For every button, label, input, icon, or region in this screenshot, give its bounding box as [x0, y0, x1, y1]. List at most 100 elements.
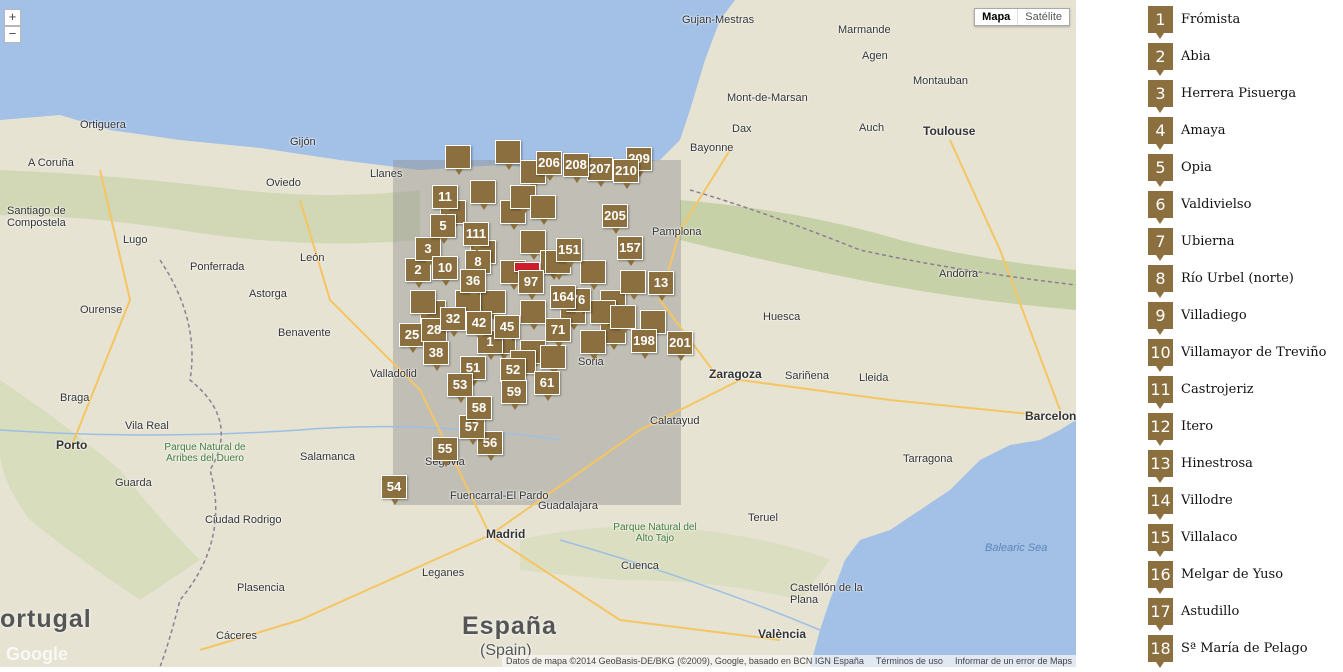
map-marker-cluster[interactable] — [620, 270, 646, 300]
list-item[interactable]: 3 Herrera Pisuerga — [1148, 80, 1296, 117]
map-marker[interactable]: 201 — [667, 331, 693, 361]
city-agen: Agen — [862, 50, 888, 62]
list-item-name[interactable]: Frómista — [1181, 6, 1240, 34]
country-label-portugal: ortugal — [0, 605, 92, 633]
map-marker[interactable]: 52 — [500, 358, 526, 388]
list-item-name[interactable]: Amaya — [1181, 117, 1226, 145]
list-item-name[interactable]: Melgar de Yuso — [1181, 561, 1283, 589]
map-marker[interactable]: 208 — [563, 153, 589, 183]
map-marker[interactable]: 151 — [556, 238, 582, 268]
list-item-name[interactable]: Abia — [1181, 43, 1211, 71]
city-braga: Braga — [60, 392, 90, 404]
zoom-out-button[interactable]: − — [4, 26, 21, 43]
list-item[interactable]: 15 Villalaco — [1148, 524, 1237, 561]
map-marker[interactable]: 45 — [494, 315, 520, 345]
list-item-name[interactable]: Villadiego — [1181, 302, 1247, 330]
list-item-name[interactable]: Sª María de Pelago — [1181, 635, 1308, 663]
city-bayonne: Bayonne — [690, 142, 734, 154]
map-marker[interactable]: 164 — [550, 285, 576, 315]
map-marker[interactable]: 59 — [501, 380, 527, 410]
list-item[interactable]: 9 Villadiego — [1148, 302, 1247, 339]
map-marker-cluster[interactable] — [530, 195, 556, 225]
map-marker[interactable]: 55 — [432, 437, 458, 467]
map-marker[interactable]: 198 — [631, 329, 657, 359]
city-mont-de-marsan: Mont-de-Marsan — [727, 92, 808, 104]
list-item[interactable]: 17 Astudillo — [1148, 598, 1239, 635]
map-marker[interactable]: 38 — [423, 341, 449, 371]
list-item-name[interactable]: Río Urbel (norte) — [1181, 265, 1294, 293]
list-item-name[interactable]: Astudillo — [1181, 598, 1239, 626]
city-ponferrada: Ponferrada — [190, 261, 245, 273]
map-marker[interactable]: 71 — [545, 318, 571, 348]
list-item-name[interactable]: Itero — [1181, 413, 1213, 441]
city-sarinena: Sariñena — [785, 370, 830, 382]
list-item[interactable]: 11 Castrojeriz — [1148, 376, 1254, 413]
list-item-name[interactable]: Hinestrosa — [1181, 450, 1253, 478]
map-marker-cluster[interactable] — [540, 345, 566, 375]
map-marker[interactable]: 53 — [447, 373, 473, 403]
list-item-name[interactable]: Villodre — [1181, 487, 1233, 515]
city-leon: León — [300, 252, 325, 264]
list-item-name[interactable]: Villamayor de Treviño — [1181, 339, 1326, 367]
map-marker[interactable]: 207 — [587, 157, 613, 187]
map-marker[interactable]: 5 — [430, 214, 456, 244]
map-marker-cluster[interactable] — [445, 145, 471, 175]
list-item-name[interactable]: Valdivielso — [1181, 191, 1251, 219]
list-item-number: 16 — [1148, 561, 1173, 594]
list-item[interactable]: 6 Valdivielso — [1148, 191, 1251, 228]
list-item[interactable]: 5 Opia — [1148, 154, 1212, 191]
list-item[interactable]: 7 Ubierna — [1148, 228, 1234, 265]
report-error-link[interactable]: Informar de un error de Maps — [955, 656, 1072, 666]
map-type-satellite-button[interactable]: Satélite — [1018, 9, 1069, 25]
city-cuenca: Cuenca — [621, 560, 659, 572]
map-marker[interactable]: 205 — [602, 204, 628, 234]
map-marker[interactable]: 58 — [466, 396, 492, 426]
map-marker[interactable]: 54 — [381, 475, 407, 505]
map-marker-cluster[interactable] — [470, 180, 496, 210]
map-marker[interactable]: 11 — [432, 185, 458, 215]
list-item[interactable]: 16 Melgar de Yuso — [1148, 561, 1283, 598]
map-marker-cluster[interactable] — [520, 300, 546, 330]
map-marker[interactable]: 157 — [617, 236, 643, 266]
map-marker-cluster[interactable] — [580, 260, 606, 290]
list-item[interactable]: 4 Amaya — [1148, 117, 1226, 154]
list-item[interactable]: 12 Itero — [1148, 413, 1213, 450]
map-marker[interactable]: 97 — [518, 270, 544, 300]
map-marker[interactable]: 210 — [613, 159, 639, 189]
map-marker-cluster[interactable] — [410, 290, 436, 320]
map-marker-cluster[interactable] — [580, 330, 606, 360]
map-view[interactable]: España (Spain) ortugal Balearic Sea Madr… — [0, 0, 1076, 667]
list-item[interactable]: 2 Abia — [1148, 43, 1211, 80]
city-leganes: Leganes — [422, 567, 465, 579]
city-guarda: Guarda — [115, 477, 152, 489]
list-item-name[interactable]: Castrojeriz — [1181, 376, 1254, 404]
map-marker[interactable]: 13 — [648, 271, 674, 301]
list-item[interactable]: 10 Villamayor de Treviño — [1148, 339, 1326, 376]
map-marker-cluster[interactable] — [495, 140, 521, 170]
list-item[interactable]: 1 Frómista — [1148, 6, 1240, 43]
city-auch: Auch — [859, 122, 885, 134]
zoom-in-button[interactable]: + — [4, 9, 21, 26]
map-footer: Datos de mapa ©2014 GeoBasis-DE/BKG (©20… — [501, 655, 1076, 667]
list-item-name[interactable]: Herrera Pisuerga — [1181, 80, 1296, 108]
map-marker[interactable]: 61 — [534, 371, 560, 401]
list-item-name[interactable]: Ubierna — [1181, 228, 1234, 256]
terms-link[interactable]: Términos de uso — [876, 656, 943, 666]
map-marker[interactable]: 32 — [440, 307, 466, 337]
map-marker[interactable]: 36 — [460, 269, 486, 299]
map-type-map-button[interactable]: Mapa — [975, 9, 1019, 25]
map-marker-cluster[interactable] — [610, 305, 636, 335]
list-item-number: 3 — [1148, 80, 1173, 113]
list-item-name[interactable]: Villalaco — [1181, 524, 1237, 552]
map-marker[interactable]: 206 — [536, 151, 562, 181]
list-item-number: 14 — [1148, 487, 1173, 520]
list-item-name[interactable]: Opia — [1181, 154, 1212, 182]
map-marker[interactable]: 111 — [463, 222, 489, 252]
list-item[interactable]: 18 Sª María de Pelago — [1148, 635, 1308, 672]
city-marmande: Marmande — [838, 24, 891, 36]
list-item[interactable]: 14 Villodre — [1148, 487, 1233, 524]
list-item[interactable]: 8 Río Urbel (norte) — [1148, 265, 1294, 302]
list-item[interactable]: 13 Hinestrosa — [1148, 450, 1253, 487]
map-marker[interactable]: 10 — [432, 256, 458, 286]
map-marker[interactable]: 42 — [466, 311, 492, 341]
